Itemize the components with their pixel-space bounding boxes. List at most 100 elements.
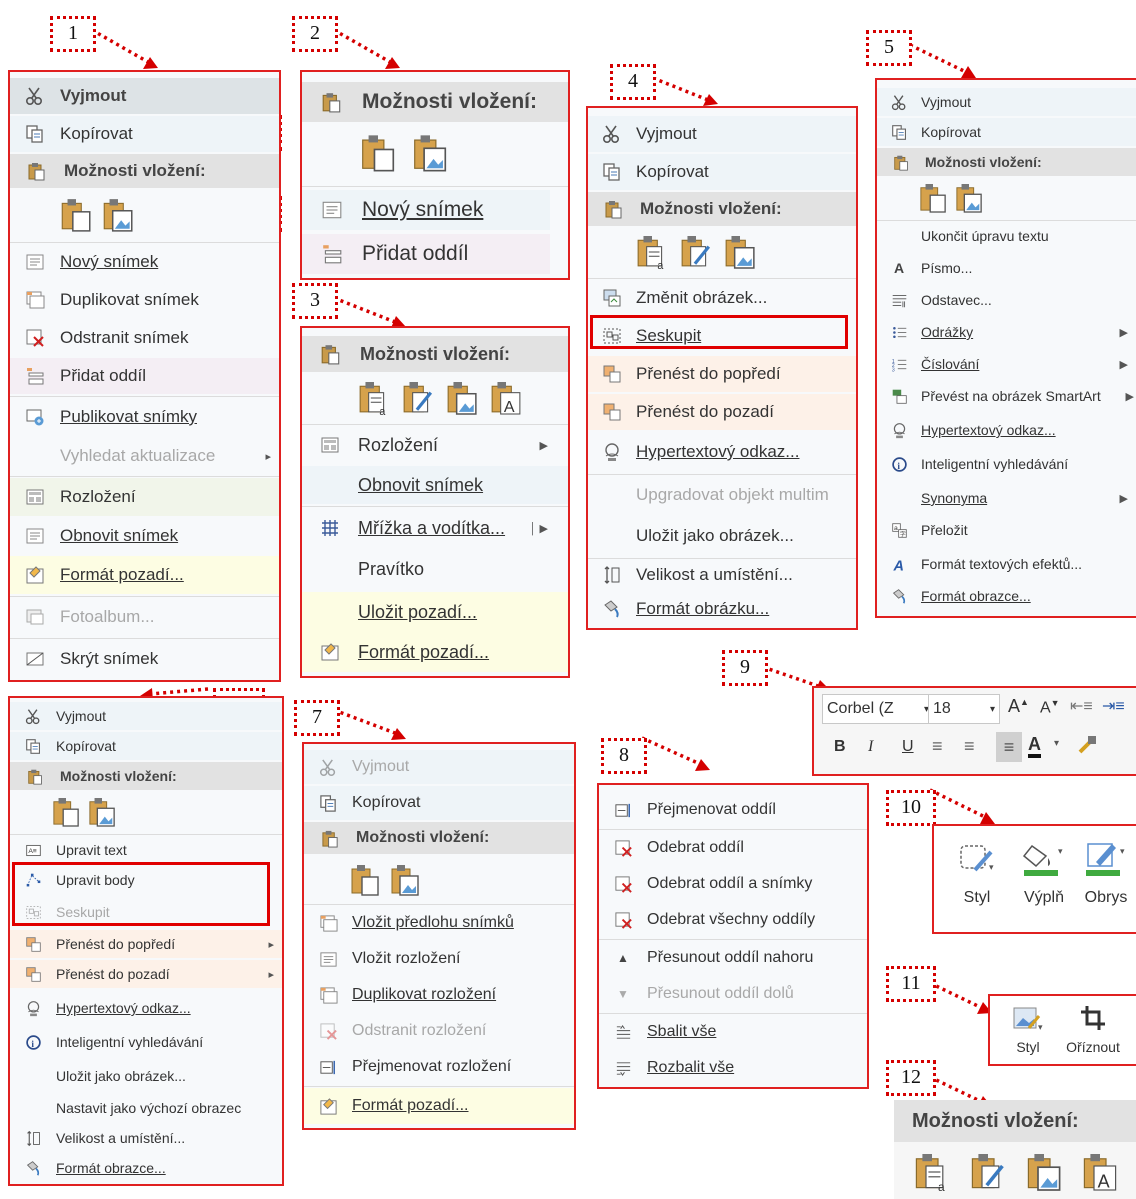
- menu-item-insert-layout[interactable]: Vložit rozložení: [304, 942, 574, 976]
- menu-item-photo-album[interactable]: Fotoalbum...: [10, 598, 279, 636]
- menu-item-delete-slide[interactable]: Odstranit snímek: [10, 320, 279, 356]
- menu-item-cut[interactable]: Vyjmout: [10, 702, 282, 730]
- crop-button[interactable]: Oříznout: [1056, 1004, 1130, 1064]
- menu-item-format-text-effects[interactable]: Formát textových efektů...: [877, 550, 1136, 578]
- menu-item-remove-all-sections[interactable]: Odebrat všechny oddíly: [599, 903, 867, 937]
- menu-item-format-picture[interactable]: Formát obrázku...: [588, 592, 856, 626]
- paste-picture-icon[interactable]: [88, 796, 116, 828]
- menu-item-new-slide[interactable]: Nový snímek: [10, 244, 279, 280]
- menu-item-hyperlink[interactable]: Hypertextový odkaz...: [10, 994, 282, 1022]
- menu-item-format-background[interactable]: Formát pozadí...: [302, 632, 568, 672]
- paste-keep-icon[interactable]: [360, 133, 396, 173]
- menu-item-edit-text[interactable]: Upravit text: [10, 836, 282, 864]
- paste-keep-icon[interactable]: [350, 863, 380, 897]
- paste-keep-icon[interactable]: [919, 182, 947, 214]
- shape-outline-button[interactable]: ▾ Obrys: [1076, 840, 1136, 928]
- menu-item-translate[interactable]: Přeložit: [877, 516, 1136, 544]
- paste-picture-icon[interactable]: [724, 233, 756, 271]
- menu-item-cut[interactable]: Vyjmout: [304, 750, 574, 784]
- menu-item-insert-slide-master[interactable]: Vložit předlohu snímků: [304, 906, 574, 940]
- paste-picture-icon[interactable]: [390, 863, 420, 897]
- paste-picture-icon[interactable]: [412, 133, 448, 173]
- paste-merge-icon[interactable]: [402, 379, 434, 417]
- menu-item-add-section[interactable]: Přidat oddíl: [10, 358, 279, 394]
- paste-destination-icon[interactable]: [358, 379, 390, 417]
- menu-item-bullets[interactable]: Odrážky ▶: [877, 318, 1136, 346]
- menu-item-set-default-shape[interactable]: Nastavit jako výchozí obrazec: [10, 1094, 282, 1122]
- format-painter-icon[interactable]: [1076, 734, 1098, 756]
- menu-item-format-shape[interactable]: Formát obrazce...: [877, 582, 1136, 610]
- underline-button[interactable]: U: [902, 738, 914, 756]
- decrease-indent-icon[interactable]: ⇤≡: [1070, 696, 1093, 716]
- menu-item-bring-to-front[interactable]: Přenést do popředí ▸: [10, 930, 282, 958]
- menu-item-copy[interactable]: Kopírovat: [10, 732, 282, 760]
- menu-item-copy[interactable]: Kopírovat: [588, 154, 856, 190]
- paste-merge-icon[interactable]: [970, 1150, 1006, 1194]
- font-color-icon[interactable]: A: [1028, 734, 1041, 758]
- menu-item-move-section-down[interactable]: ▼ Přesunout oddíl dolů: [599, 977, 867, 1011]
- font-size-combo[interactable]: 18 ▾: [928, 694, 1000, 724]
- menu-item-synonyms[interactable]: Synonyma ▶: [877, 484, 1136, 512]
- menu-item-collapse-all[interactable]: Sbalit vše: [599, 1015, 867, 1049]
- align-right-icon[interactable]: ≡: [996, 732, 1022, 762]
- menu-item-copy[interactable]: Kopírovat: [877, 118, 1136, 146]
- menu-item-smart-lookup[interactable]: Inteligentní vyhledávání: [10, 1028, 282, 1056]
- menu-item-remove-section[interactable]: Odebrat oddíl: [599, 831, 867, 865]
- menu-item-rename-section[interactable]: Přejmenovat oddíl: [599, 793, 867, 827]
- shape-style-button[interactable]: ▾ Styl: [952, 840, 1002, 928]
- align-left-icon[interactable]: ≡: [932, 736, 943, 757]
- menu-item-ruler[interactable]: Pravítko: [302, 550, 568, 588]
- menu-item-duplicate-slide[interactable]: Duplikovat snímek: [10, 282, 279, 318]
- menu-item-smartart[interactable]: Převést na obrázek SmartArt ▶: [877, 382, 1136, 410]
- paste-keep-icon[interactable]: [52, 796, 80, 828]
- menu-item-hide-slide[interactable]: Skrýt snímek: [10, 640, 279, 678]
- paste-picture-icon[interactable]: [102, 197, 134, 233]
- menu-item-copy[interactable]: Kopírovat: [304, 786, 574, 820]
- menu-item-size-position[interactable]: Velikost a umístění...: [588, 560, 856, 590]
- menu-item-reset-slide[interactable]: Obnovit snímek: [302, 466, 568, 504]
- menu-item-numbering[interactable]: Číslování ▶: [877, 350, 1136, 378]
- menu-item-send-to-back[interactable]: Přenést do pozadí: [588, 394, 856, 430]
- paste-text-only-icon[interactable]: [1082, 1150, 1118, 1194]
- paste-destination-icon[interactable]: [914, 1150, 950, 1194]
- menu-item-format-background[interactable]: Formát pozadí...: [304, 1088, 574, 1124]
- menu-item-move-section-up[interactable]: ▲ Přesunout oddíl nahoru: [599, 941, 867, 975]
- menu-item-save-as-picture[interactable]: Uložit jako obrázek...: [588, 516, 856, 556]
- menu-item-change-picture[interactable]: Změnit obrázek...: [588, 280, 856, 316]
- menu-item-check-updates[interactable]: Vyhledat aktualizace ▸: [10, 438, 279, 474]
- chevron-down-icon[interactable]: ▾: [1054, 738, 1059, 749]
- menu-item-publish-slides[interactable]: Publikovat snímky: [10, 398, 279, 436]
- menu-item-expand-all[interactable]: Rozbalit vše: [599, 1051, 867, 1085]
- menu-item-cut[interactable]: Vyjmout: [10, 78, 279, 114]
- menu-item-remove-section-slides[interactable]: Odebrat oddíl a snímky: [599, 867, 867, 901]
- menu-item-cut[interactable]: Vyjmout: [588, 116, 856, 152]
- paste-text-only-icon[interactable]: [490, 379, 522, 417]
- menu-item-font[interactable]: A Písmo...: [877, 254, 1136, 282]
- menu-item-delete-layout[interactable]: Odstranit rozložení: [304, 1014, 574, 1048]
- menu-item-cut[interactable]: Vyjmout: [877, 88, 1136, 116]
- increase-indent-icon[interactable]: ⇥≡: [1102, 696, 1125, 716]
- menu-item-save-as-picture[interactable]: Uložit jako obrázek...: [10, 1062, 282, 1090]
- paste-picture-icon[interactable]: [955, 182, 983, 214]
- bold-button[interactable]: B: [834, 738, 846, 756]
- menu-item-exit-text-edit[interactable]: Ukončit úpravu textu: [877, 222, 1136, 250]
- paste-picture-icon[interactable]: [1026, 1150, 1062, 1194]
- menu-item-format-background[interactable]: Formát pozadí...: [10, 556, 279, 594]
- menu-item-rename-layout[interactable]: Přejmenovat rozložení: [304, 1050, 574, 1084]
- menu-item-send-to-back[interactable]: Přenést do pozadí ▸: [10, 960, 282, 988]
- picture-style-button[interactable]: ▾ Styl: [1006, 1004, 1050, 1064]
- shape-fill-button[interactable]: ▾ Výplň: [1014, 840, 1074, 928]
- menu-item-hyperlink[interactable]: Hypertextový odkaz...: [877, 416, 1136, 444]
- menu-item-hyperlink[interactable]: Hypertextový odkaz...: [588, 432, 856, 472]
- menu-item-smart-lookup[interactable]: Inteligentní vyhledávání: [877, 450, 1136, 478]
- menu-item-size-position[interactable]: Velikost a umístění...: [10, 1124, 282, 1152]
- menu-item-layout[interactable]: Rozložení ▶: [302, 426, 568, 464]
- paste-keep-icon[interactable]: [60, 197, 92, 233]
- menu-item-reset-slide[interactable]: Obnovit snímek: [10, 518, 279, 554]
- font-name-combo[interactable]: Corbel (Z ▾: [822, 694, 934, 724]
- grow-font-icon[interactable]: A▲: [1008, 696, 1029, 717]
- menu-item-save-background[interactable]: Uložit pozadí...: [302, 592, 568, 632]
- menu-item-paragraph[interactable]: Odstavec...: [877, 286, 1136, 314]
- menu-item-grid-guides[interactable]: Mřížka a vodítka... │ ▶: [302, 508, 568, 548]
- menu-item-add-section[interactable]: Přidat oddíl: [302, 234, 550, 274]
